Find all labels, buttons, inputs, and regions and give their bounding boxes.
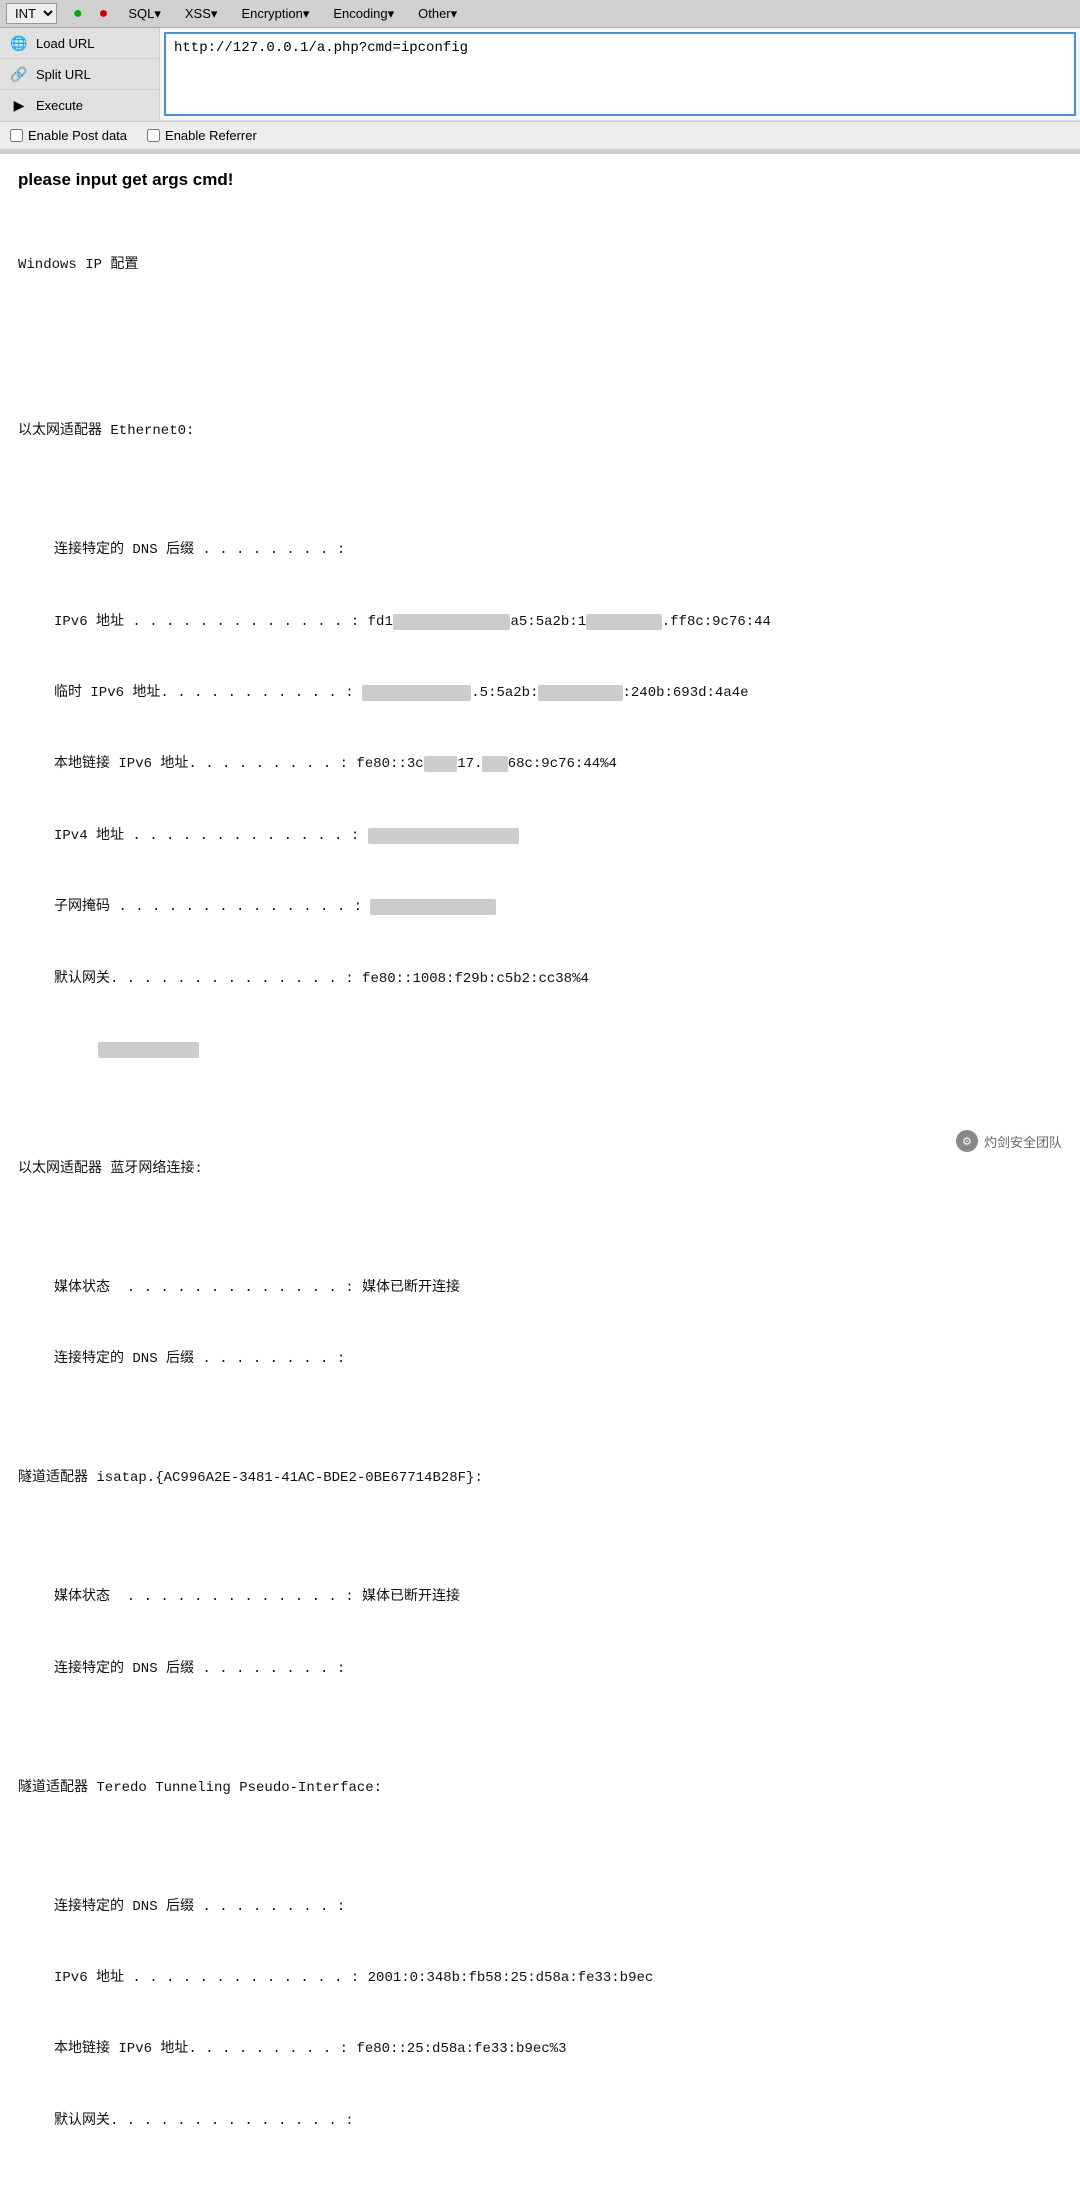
indicator-green: ● (73, 5, 83, 23)
blurred-ipv6-1 (393, 614, 511, 630)
url-actions-panel: 🌐 Load URL 🔗 Split URL ▶ Execute (0, 28, 160, 120)
options-row: Enable Post data Enable Referrer (0, 121, 1080, 149)
blurred-local-1 (424, 756, 458, 772)
top-toolbar: INT ● ● SQL▾ XSS▾ Encryption▾ Encoding▾ … (0, 0, 1080, 28)
section-teredo: 隧道适配器 Teredo Tunneling Pseudo-Interface: (18, 1777, 1062, 1801)
int-selector[interactable]: INT (6, 3, 57, 24)
watermark-text: 灼剑安全团队 (984, 1132, 1062, 1151)
execute-icon: ▶ (10, 96, 28, 114)
teredo-dns-line: 连接特定的 DNS 后缀 . . . . . . . . : (18, 1896, 1062, 1920)
split-url-icon: 🔗 (10, 65, 28, 83)
bt-dns-line: 连接特定的 DNS 后缀 . . . . . . . . : (18, 1348, 1062, 1372)
dns-suffix-line: 连接特定的 DNS 后缀 . . . . . . . . : (18, 539, 1062, 563)
execute-label: Execute (36, 98, 83, 113)
url-input[interactable]: http://127.0.0.1/a.php?cmd=ipconfig (164, 32, 1076, 116)
enable-referrer-text: Enable Referrer (165, 128, 257, 143)
teredo-gateway-line: 默认网关. . . . . . . . . . . . . . : (18, 2110, 1062, 2134)
url-section: 🌐 Load URL 🔗 Split URL ▶ Execute http://… (0, 28, 1080, 151)
isatap-dns-line: 连接特定的 DNS 后缀 . . . . . . . . : (18, 1658, 1062, 1682)
url-input-area: http://127.0.0.1/a.php?cmd=ipconfig (160, 28, 1080, 120)
ipv4-line: IPv4 地址 . . . . . . . . . . . . . : (18, 825, 1062, 849)
split-url-button[interactable]: 🔗 Split URL (0, 59, 159, 90)
blurred-ipv6-2 (586, 614, 662, 630)
watermark-icon: ⚙ (956, 1130, 978, 1152)
gateway-extra-line (18, 1039, 1062, 1063)
menu-xss[interactable]: XSS▾ (181, 4, 222, 24)
section-isatap: 隧道适配器 isatap.{AC996A2E-3481-41AC-BDE2-0B… (18, 1467, 1062, 1491)
section-ethernet0: 以太网适配器 Ethernet0: (18, 420, 1062, 444)
blurred-subnet (370, 899, 496, 915)
output-block: Windows IP 配置 以太网适配器 Ethernet0: 连接特定的 DN… (18, 206, 1062, 2181)
isatap-media-line: 媒体状态 . . . . . . . . . . . . . : 媒体已断开连接 (18, 1586, 1062, 1610)
ipv6-addr-line: IPv6 地址 . . . . . . . . . . . . . : fd1 … (18, 611, 1062, 635)
enable-post-label[interactable]: Enable Post data (10, 128, 127, 143)
subnet-line: 子网掩码 . . . . . . . . . . . . . . : (18, 896, 1062, 920)
blurred-gateway2 (98, 1042, 199, 1058)
menu-encoding[interactable]: Encoding▾ (329, 4, 398, 24)
menu-encryption[interactable]: Encryption▾ (237, 4, 313, 24)
load-url-icon: 🌐 (10, 34, 28, 52)
enable-post-checkbox[interactable] (10, 129, 23, 142)
blurred-local-2 (482, 756, 507, 772)
bt-media-line: 媒体状态 . . . . . . . . . . . . . : 媒体已断开连接 (18, 1277, 1062, 1301)
menu-sql[interactable]: SQL▾ (124, 4, 165, 24)
temp-ipv6-line: 临时 IPv6 地址. . . . . . . . . . . : .5:5a2… (18, 682, 1062, 706)
content-area: please input get args cmd! Windows IP 配置… (0, 151, 1080, 2197)
windows-ip-line: Windows IP 配置 (18, 254, 1062, 278)
enable-post-text: Enable Post data (28, 128, 127, 143)
blurred-temp-2 (538, 685, 622, 701)
local-link-ipv6-line: 本地链接 IPv6 地址. . . . . . . . . : fe80::3c… (18, 753, 1062, 777)
load-url-label: Load URL (36, 36, 95, 51)
indicator-red: ● (99, 5, 109, 23)
enable-referrer-checkbox[interactable] (147, 129, 160, 142)
gateway-line: 默认网关. . . . . . . . . . . . . . : fe80::… (18, 968, 1062, 992)
execute-button[interactable]: ▶ Execute (0, 90, 159, 120)
menu-other[interactable]: Other▾ (414, 4, 461, 24)
teredo-ipv6-line: IPv6 地址 . . . . . . . . . . . . . : 2001… (18, 1967, 1062, 1991)
load-url-button[interactable]: 🌐 Load URL (0, 28, 159, 59)
blurred-temp-1 (362, 685, 471, 701)
result-header: please input get args cmd! (18, 170, 1062, 190)
blurred-ipv4 (368, 828, 519, 844)
split-url-label: Split URL (36, 67, 91, 82)
watermark: ⚙ 灼剑安全团队 (956, 1130, 1062, 1152)
teredo-local-ipv6-line: 本地链接 IPv6 地址. . . . . . . . . : fe80::25… (18, 2038, 1062, 2062)
enable-referrer-label[interactable]: Enable Referrer (147, 128, 257, 143)
